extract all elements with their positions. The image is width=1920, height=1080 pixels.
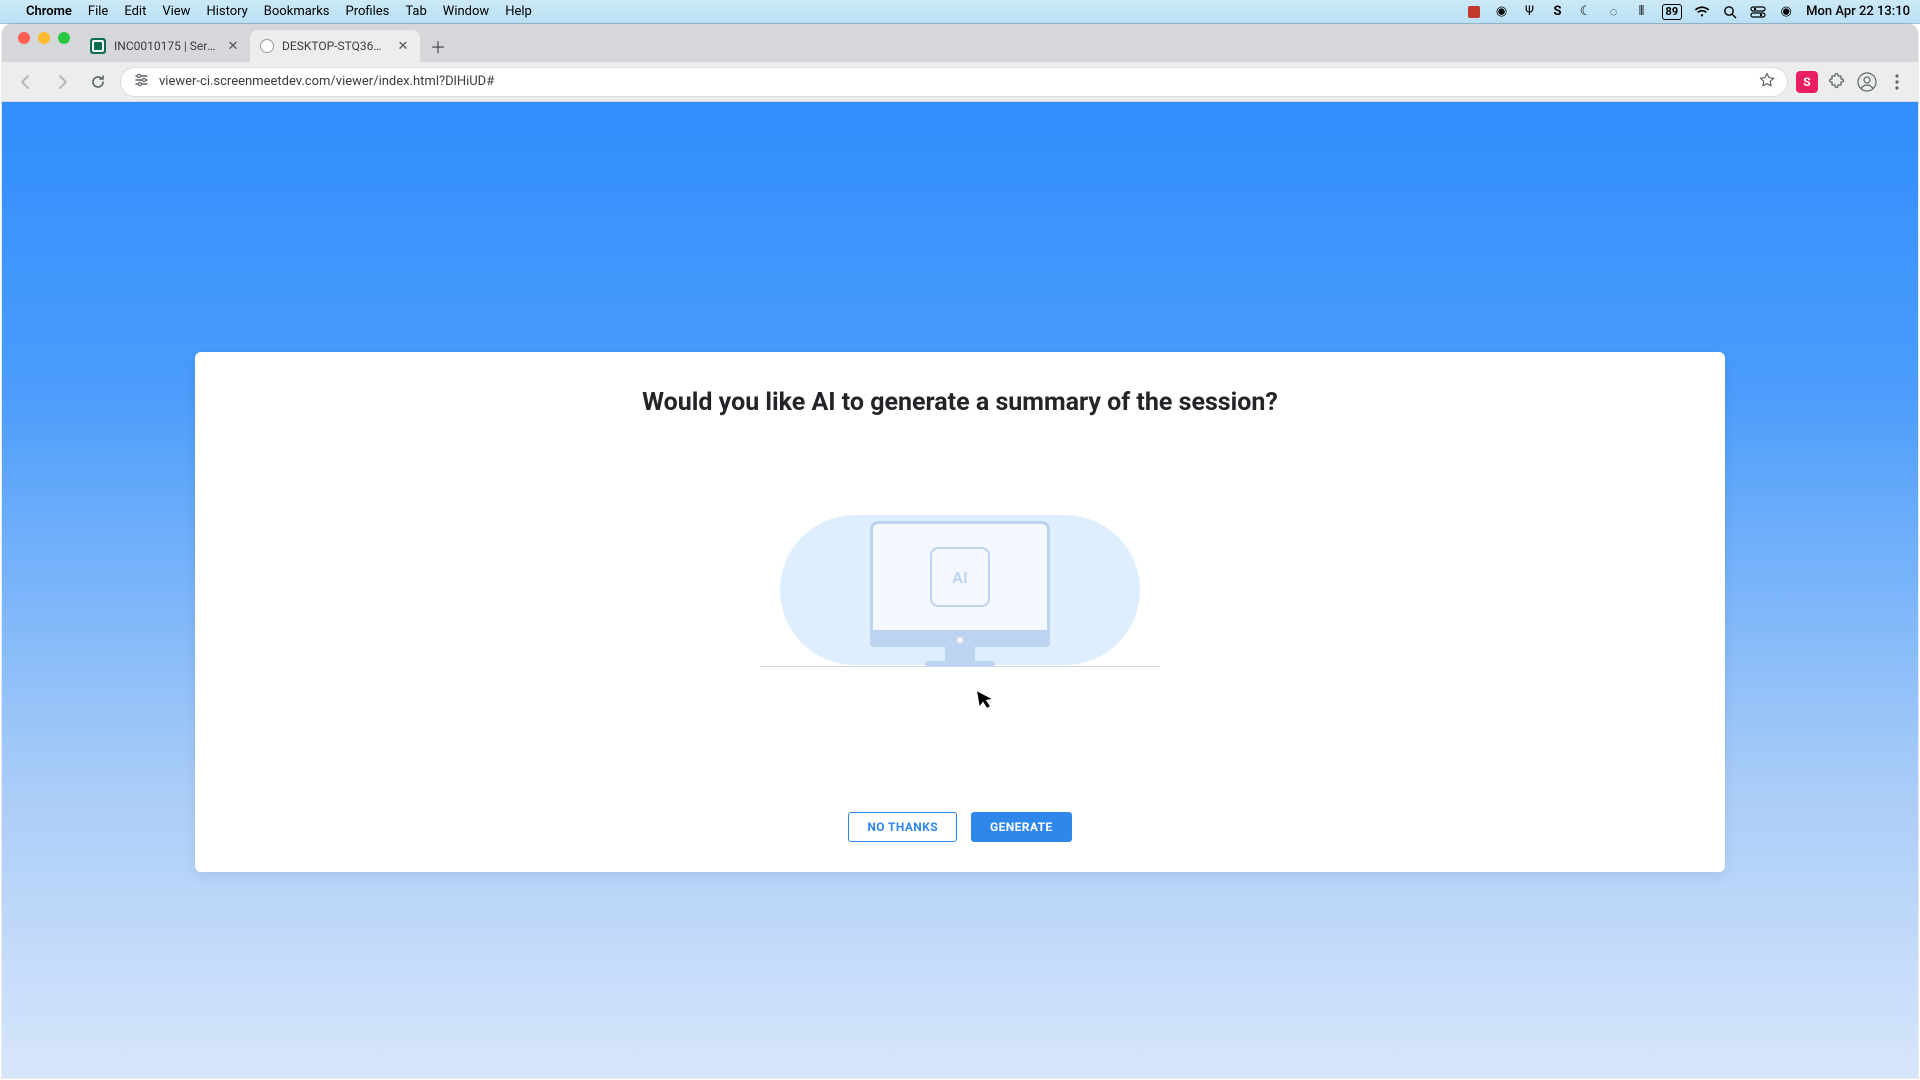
status-battery-icon[interactable]: 89 xyxy=(1662,4,1683,20)
mac-menu-view[interactable]: View xyxy=(162,4,190,19)
favicon-servicenow-icon xyxy=(90,38,106,54)
toolbar-right-icons: S xyxy=(1796,71,1908,93)
chrome-menu-icon[interactable] xyxy=(1886,71,1908,93)
monitor-bezel-icon xyxy=(870,633,1050,647)
dialog-title: Would you like AI to generate a summary … xyxy=(642,388,1278,417)
bookmark-star-icon[interactable] xyxy=(1759,72,1775,92)
extensions-icon[interactable] xyxy=(1826,71,1848,93)
ai-chip-icon: AI xyxy=(930,547,990,607)
mac-menu-edit[interactable]: Edit xyxy=(124,4,146,19)
tab-servicenow[interactable]: INC0010175 | ServiceNow ✕ xyxy=(80,30,250,62)
status-tally-icon[interactable]: ⦀ xyxy=(1634,4,1650,20)
nav-reload-button[interactable] xyxy=(84,68,112,96)
address-bar[interactable]: viewer-ci.screenmeetdev.com/viewer/index… xyxy=(120,67,1788,97)
tab-desktop-viewer[interactable]: DESKTOP-STQ36VR ✕ xyxy=(250,30,420,62)
mac-app-name[interactable]: Chrome xyxy=(26,4,72,19)
nav-back-button[interactable] xyxy=(12,68,40,96)
mouse-cursor-icon xyxy=(976,688,996,715)
page-viewport: Would you like AI to generate a summary … xyxy=(2,102,1918,1078)
tab-title: INC0010175 | ServiceNow xyxy=(114,39,218,53)
monitor-icon: AI xyxy=(870,521,1050,667)
status-control-center-icon[interactable] xyxy=(1750,4,1766,20)
mac-menu-window[interactable]: Window xyxy=(443,4,489,19)
ai-summary-dialog: Would you like AI to generate a summary … xyxy=(195,352,1725,872)
status-circle-icon[interactable]: ◌ xyxy=(1606,4,1622,20)
new-tab-button[interactable]: ＋ xyxy=(424,32,452,60)
mac-menu-help[interactable]: Help xyxy=(505,4,532,19)
tab-close-icon[interactable]: ✕ xyxy=(396,39,410,54)
mac-menu-profiles[interactable]: Profiles xyxy=(346,4,390,19)
mac-menubar-left: Chrome File Edit View History Bookmarks … xyxy=(10,4,532,19)
ai-illustration: AI xyxy=(760,487,1160,667)
extension-badge-icon[interactable]: S xyxy=(1796,71,1818,93)
monitor-stand-base-icon xyxy=(925,661,995,667)
status-red-square-icon[interactable] xyxy=(1466,4,1482,20)
status-s-letter-icon[interactable]: S xyxy=(1550,4,1566,20)
window-zoom-icon[interactable] xyxy=(58,32,70,44)
mac-menu-history[interactable]: History xyxy=(206,4,247,19)
status-spotlight-icon[interactable] xyxy=(1722,4,1738,20)
tab-close-icon[interactable]: ✕ xyxy=(226,39,240,54)
window-controls xyxy=(12,24,80,62)
generate-button[interactable]: GENERATE xyxy=(971,812,1072,842)
status-moon-icon[interactable]: ☾ xyxy=(1578,4,1594,20)
monitor-screen-icon: AI xyxy=(870,521,1050,633)
tab-title: DESKTOP-STQ36VR xyxy=(282,39,388,53)
ai-chip-label: AI xyxy=(952,568,967,587)
monitor-stand-neck-icon xyxy=(945,647,975,661)
status-siri-icon[interactable]: ◉ xyxy=(1778,4,1794,20)
nav-forward-button[interactable] xyxy=(48,68,76,96)
window-minimize-icon[interactable] xyxy=(38,32,50,44)
tab-strip: INC0010175 | ServiceNow ✕ DESKTOP-STQ36V… xyxy=(2,24,1918,62)
mac-menu-file[interactable]: File xyxy=(88,4,108,19)
dialog-actions: NO THANKS GENERATE xyxy=(848,812,1071,842)
status-wifi-icon[interactable] xyxy=(1694,4,1710,20)
window-close-icon[interactable] xyxy=(18,32,30,44)
profile-avatar-icon[interactable] xyxy=(1856,71,1878,93)
address-url: viewer-ci.screenmeetdev.com/viewer/index… xyxy=(159,74,1749,89)
no-thanks-button[interactable]: NO THANKS xyxy=(848,812,957,842)
mac-menu-bookmarks[interactable]: Bookmarks xyxy=(264,4,330,19)
mac-menubar: Chrome File Edit View History Bookmarks … xyxy=(0,0,1920,24)
browser-toolbar: viewer-ci.screenmeetdev.com/viewer/index… xyxy=(2,62,1918,102)
mac-menubar-right: ◉ Ѱ S ☾ ◌ ⦀ 89 ◉ Mon Apr 22 13:10 xyxy=(1466,4,1910,20)
mac-clock[interactable]: Mon Apr 22 13:10 xyxy=(1806,4,1910,19)
favicon-generic-icon xyxy=(260,39,274,53)
status-antler-icon[interactable]: Ѱ xyxy=(1522,4,1538,20)
site-settings-icon[interactable] xyxy=(133,72,149,91)
browser-window: INC0010175 | ServiceNow ✕ DESKTOP-STQ36V… xyxy=(2,24,1918,1078)
mac-menu-tab[interactable]: Tab xyxy=(405,4,426,19)
status-brave-icon[interactable]: ◉ xyxy=(1494,4,1510,20)
